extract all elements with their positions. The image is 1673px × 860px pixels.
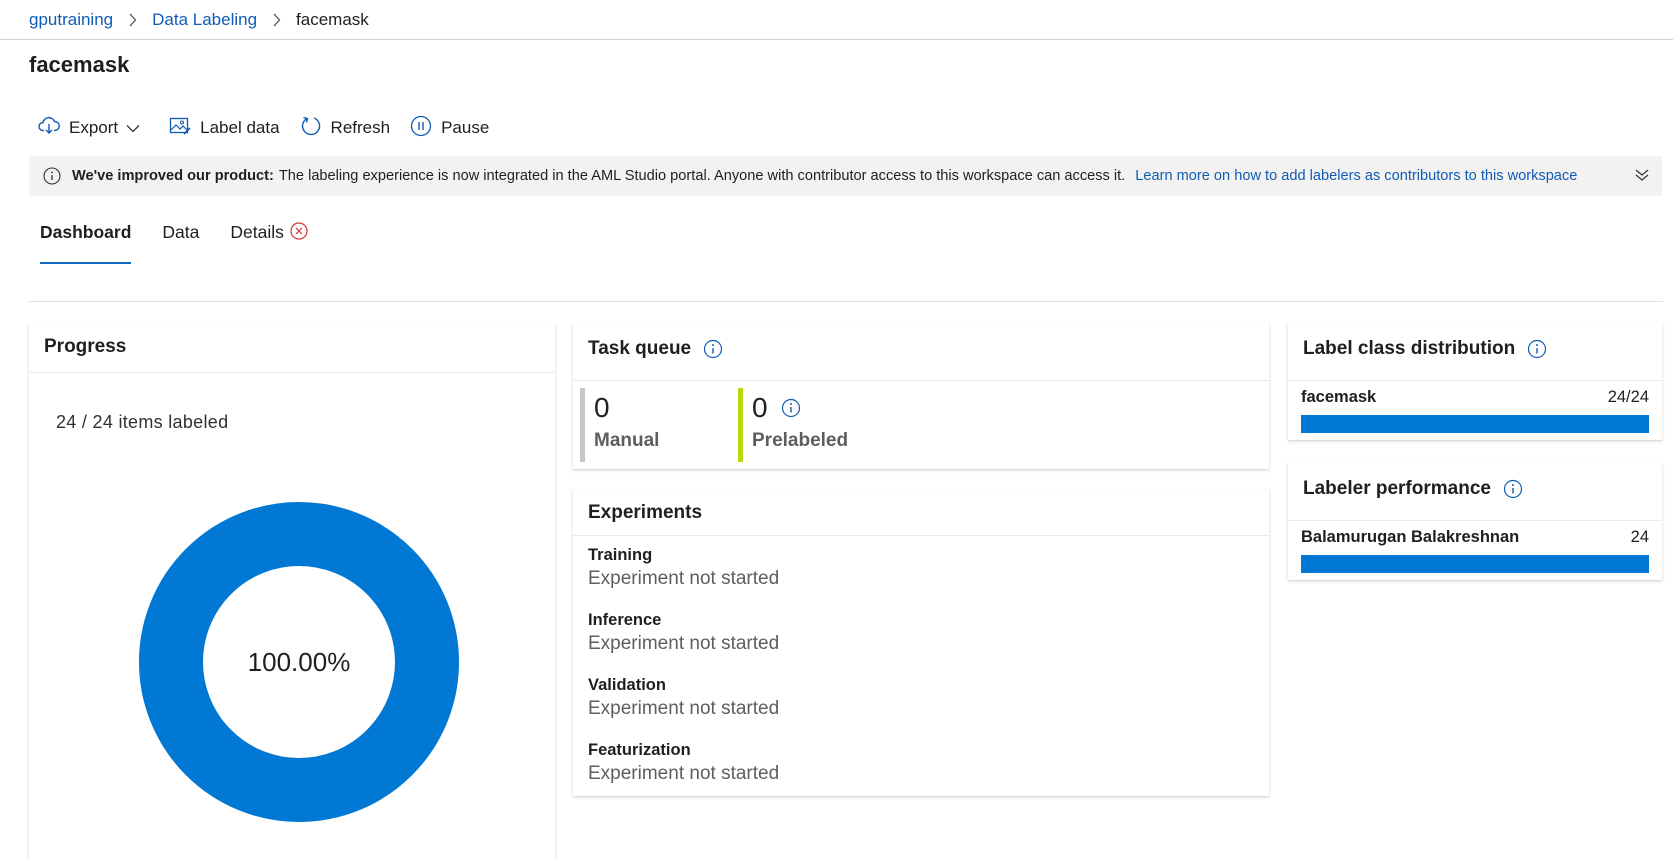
label-class-distribution-title: Label class distribution bbox=[1303, 338, 1516, 359]
breadcrumb: gputraining Data Labeling facemask bbox=[29, 8, 369, 32]
info-icon bbox=[43, 167, 61, 185]
info-icon[interactable] bbox=[1503, 479, 1523, 499]
experiment-inference: Inference Experiment not started bbox=[588, 611, 779, 655]
queue-manual-value: 0 bbox=[594, 392, 610, 423]
distribution-bar-track bbox=[1301, 415, 1649, 433]
card-divider bbox=[1288, 380, 1662, 381]
experiment-status: Experiment not started bbox=[588, 568, 780, 589]
refresh-icon bbox=[300, 115, 331, 142]
labeler-performance-header: Labeler performance bbox=[1303, 478, 1523, 500]
label-data-label: Label data bbox=[200, 118, 280, 137]
error-circle-icon bbox=[290, 222, 308, 240]
tab-data[interactable]: Data bbox=[162, 222, 199, 264]
experiments-title: Experiments bbox=[588, 502, 703, 523]
command-bar: Export Label data Refresh Pause bbox=[38, 114, 509, 142]
labeler-performance-card: Labeler performance Balamurugan Balakres… bbox=[1288, 462, 1662, 580]
progress-title: Progress bbox=[44, 336, 127, 357]
experiment-featurization: Featurization Experiment not started bbox=[588, 741, 779, 785]
chevron-down-icon bbox=[126, 118, 149, 138]
tab-label: Details bbox=[230, 222, 284, 242]
banner-heading: We've improved our product: bbox=[72, 168, 274, 184]
task-queue-header: Task queue bbox=[588, 338, 723, 360]
card-divider bbox=[1288, 520, 1662, 521]
info-icon[interactable] bbox=[1527, 339, 1547, 359]
queue-manual: 0 Manual bbox=[580, 388, 659, 462]
export-button[interactable]: Export bbox=[38, 116, 149, 141]
experiment-training: Training Experiment not started bbox=[588, 546, 779, 590]
chevron-right-icon bbox=[128, 13, 137, 27]
card-divider bbox=[573, 380, 1269, 381]
task-queue-title: Task queue bbox=[588, 338, 692, 359]
banner-message: The labeling experience is now integrate… bbox=[278, 168, 1126, 184]
experiment-validation: Validation Experiment not started bbox=[588, 676, 779, 720]
chevron-right-icon bbox=[272, 13, 281, 27]
labeler-row: Balamurugan Balakreshnan 24 bbox=[1301, 528, 1649, 547]
info-icon[interactable] bbox=[781, 398, 801, 418]
card-divider bbox=[29, 372, 555, 373]
class-name: facemask bbox=[1301, 388, 1377, 406]
experiment-name: Featurization bbox=[588, 741, 691, 759]
info-banner: We've improved our product: The labeling… bbox=[29, 156, 1662, 196]
queue-prelabeled-label: Prelabeled bbox=[752, 430, 849, 451]
refresh-button[interactable]: Refresh bbox=[300, 115, 391, 142]
double-chevron-down-icon[interactable] bbox=[1634, 167, 1650, 183]
experiment-status: Experiment not started bbox=[588, 633, 780, 654]
page-title: facemask bbox=[29, 52, 130, 77]
tab-details[interactable]: Details bbox=[230, 222, 308, 264]
labeler-name: Balamurugan Balakreshnan bbox=[1301, 528, 1520, 546]
queue-manual-bar bbox=[580, 388, 585, 462]
breadcrumb-link-workspace[interactable]: gputraining bbox=[29, 10, 113, 30]
refresh-label: Refresh bbox=[330, 118, 391, 137]
task-queue-card: Task queue 0 Manual 0 Prelabeled bbox=[573, 322, 1269, 469]
card-divider bbox=[573, 535, 1269, 536]
label-data-button[interactable]: Label data bbox=[169, 116, 280, 141]
label-class-distribution-header: Label class distribution bbox=[1303, 338, 1547, 360]
pause-button[interactable]: Pause bbox=[410, 115, 489, 142]
labeler-bar bbox=[1301, 555, 1649, 573]
pause-label: Pause bbox=[441, 118, 490, 137]
progress-count: 24 / 24 items labeled bbox=[56, 412, 229, 432]
queue-prelabeled-value: 0 bbox=[752, 392, 768, 423]
banner-learn-more-link[interactable]: Learn more on how to add labelers as con… bbox=[1135, 168, 1577, 184]
header-divider bbox=[0, 39, 1673, 40]
experiment-status: Experiment not started bbox=[588, 698, 780, 719]
experiment-name: Validation bbox=[588, 676, 666, 694]
tab-label: Data bbox=[162, 222, 200, 242]
experiment-status: Experiment not started bbox=[588, 763, 780, 784]
experiment-name: Inference bbox=[588, 611, 662, 629]
queue-prelabeled-bar bbox=[738, 388, 743, 462]
image-edit-icon bbox=[169, 116, 200, 141]
info-icon[interactable] bbox=[703, 339, 723, 359]
pause-icon bbox=[410, 115, 441, 142]
labeler-bar-track bbox=[1301, 555, 1649, 573]
progress-card: Progress 24 / 24 items labeled 100.00% bbox=[29, 322, 555, 860]
progress-percent: 100.00% bbox=[247, 646, 351, 677]
experiment-name: Training bbox=[588, 546, 653, 564]
breadcrumb-link-data-labeling[interactable]: Data Labeling bbox=[152, 10, 257, 30]
class-count: 24/24 bbox=[1607, 388, 1649, 406]
tab-label: Dashboard bbox=[40, 222, 132, 242]
queue-prelabeled-value-row: 0 bbox=[752, 392, 848, 424]
breadcrumb-current: facemask bbox=[296, 10, 369, 29]
cloud-download-icon bbox=[38, 116, 69, 141]
tab-list: Dashboard Data Details bbox=[40, 222, 339, 264]
distribution-bar bbox=[1301, 415, 1649, 433]
labeler-count: 24 bbox=[1630, 528, 1649, 546]
distribution-row: facemask 24/24 bbox=[1301, 388, 1649, 407]
tab-divider bbox=[29, 301, 1663, 302]
labeler-performance-title: Labeler performance bbox=[1303, 478, 1491, 499]
label-class-distribution-card: Label class distribution facemask 24/24 bbox=[1288, 322, 1662, 440]
queue-manual-label: Manual bbox=[594, 430, 660, 451]
export-label: Export bbox=[69, 118, 119, 137]
experiments-card: Experiments Training Experiment not star… bbox=[573, 489, 1269, 796]
tab-dashboard[interactable]: Dashboard bbox=[40, 222, 132, 264]
queue-prelabeled: 0 Prelabeled bbox=[738, 388, 848, 462]
